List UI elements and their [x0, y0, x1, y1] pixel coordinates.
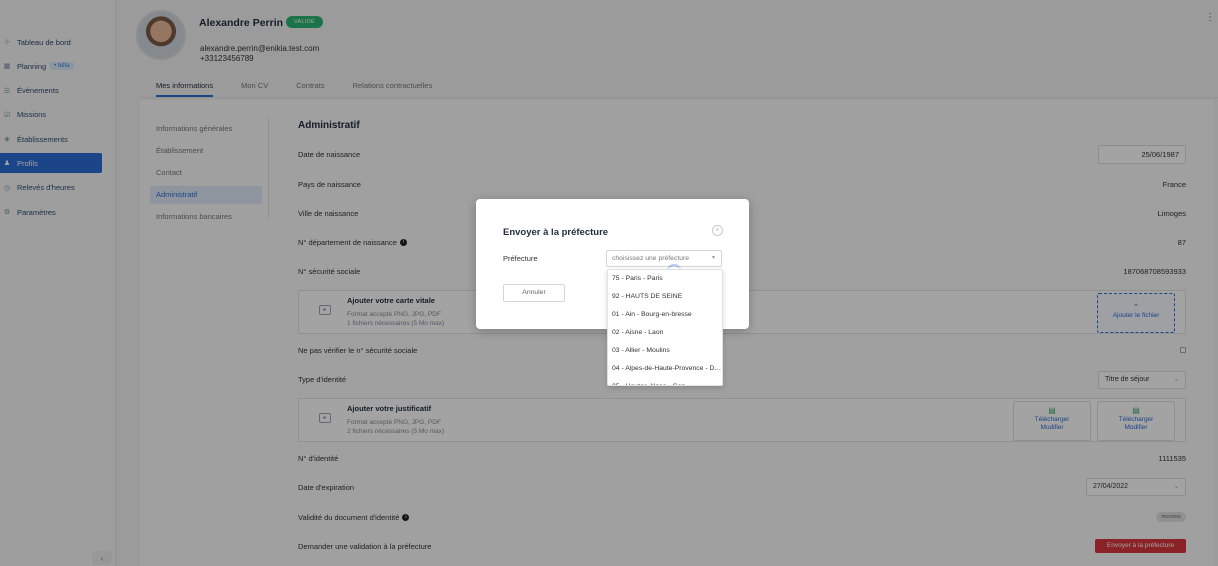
prefecture-dropdown: 75 - Paris - Paris 92 - HAUTS DE SEINE 0…: [607, 269, 723, 386]
close-icon[interactable]: ×: [712, 225, 723, 236]
prefecture-option[interactable]: 04 - Alpes-de-Haute-Provence - Digne: [608, 360, 722, 378]
prefecture-option[interactable]: 03 - Allier - Moulins: [608, 342, 722, 360]
modal-title: Envoyer à la préfecture: [503, 227, 609, 238]
chevron-down-icon: ▾: [711, 255, 715, 261]
prefecture-option[interactable]: 75 - Paris - Paris: [608, 270, 722, 288]
prefecture-option[interactable]: 05 - Hautes-Alpes - Gap: [608, 378, 722, 385]
cancel-button[interactable]: Annuler: [503, 284, 565, 302]
prefecture-label: Préfecture: [503, 254, 538, 263]
prefecture-option[interactable]: 02 - Aisne - Laon: [608, 324, 722, 342]
prefecture-select[interactable]: choisissez une préfecture ▾: [606, 250, 722, 267]
prefecture-option[interactable]: 92 - HAUTS DE SEINE: [608, 288, 722, 306]
prefecture-option[interactable]: 01 - Ain - Bourg-en-bresse: [608, 306, 722, 324]
prefecture-placeholder: choisissez une préfecture: [612, 255, 690, 262]
